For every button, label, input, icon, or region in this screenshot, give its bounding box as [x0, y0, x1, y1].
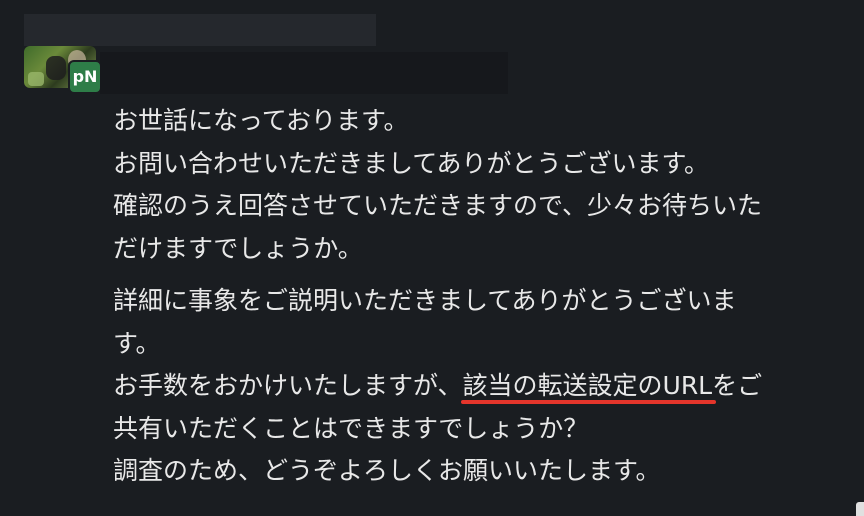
message-line: お手数をおかけいたしますが、該当の転送設定のURLをご [113, 365, 853, 408]
avatar-badge: pN [68, 60, 102, 94]
message-body: お世話になっております。 お問い合わせいただきましてありがとうございます。 確認… [113, 100, 853, 493]
message-line: 調査のため、どうぞよろしくお願いいたします。 [113, 456, 661, 485]
message-line: だけますでしょうか。 [113, 233, 363, 263]
message-line: 詳細に事象をご説明いただきましてありがとうございま [113, 286, 737, 315]
message-line: す。 [113, 328, 161, 358]
message-text: お手数をおかけいたしますが、 [113, 371, 463, 400]
message-text: をご [712, 371, 763, 400]
message-line: お世話になっております。 [113, 106, 409, 135]
highlighted-text: 該当の転送設定のURL [462, 371, 713, 400]
message-paragraph-1: お世話になっております。 お問い合わせいただきましてありがとうございます。 確認… [113, 100, 853, 270]
message-line: お問い合わせいただきましてありがとうございます。 [113, 148, 710, 178]
redacted-sender-name [100, 52, 508, 94]
avatar-photo-detail [28, 72, 44, 86]
avatar-photo-detail [46, 56, 66, 80]
message-paragraph-2: 詳細に事象をご説明いただきましてありがとうございま す。 お手数をおかけいたしま… [113, 280, 853, 493]
message-line: 確認のうえ回答させていただきますので、少々お待ちいた [113, 191, 763, 220]
scrollbar-thumb[interactable] [856, 502, 864, 516]
redacted-username-bar [24, 14, 376, 46]
message-line: 共有いただくことはできますでしょうか？ [113, 413, 589, 443]
